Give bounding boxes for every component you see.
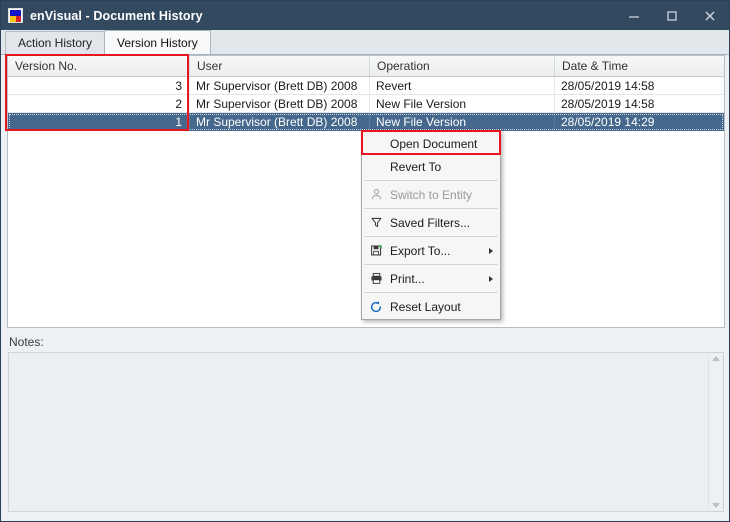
cell-version-no: 1 [8, 113, 190, 130]
cell-date-time: 28/05/2019 14:29 [561, 114, 655, 129]
table-row-selected[interactable]: 1 Mr Supervisor (Brett DB) 2008 New File… [8, 113, 724, 131]
menu-item-export-to-label: Export To... [390, 243, 451, 258]
notes-label: Notes: [9, 335, 44, 349]
menu-separator [364, 180, 498, 181]
cell-operation: New File Version [370, 113, 555, 130]
menu-item-print-label: Print... [390, 271, 425, 286]
tab-action-history-label: Action History [18, 36, 93, 50]
context-menu: Open Document Revert To Switch to Entity [361, 130, 501, 320]
window-title: enVisual - Document History [30, 8, 203, 23]
person-icon [366, 186, 386, 204]
table-row[interactable]: 2 Mr Supervisor (Brett DB) 2008 New File… [8, 95, 724, 113]
minimize-icon[interactable] [615, 1, 653, 30]
funnel-icon [366, 214, 386, 232]
column-header-operation[interactable]: Operation [370, 56, 555, 76]
grid-header-row: Version No. User Operation Date & Time [8, 56, 724, 77]
printer-icon [366, 270, 386, 288]
chevron-right-icon [489, 275, 493, 282]
maximize-icon[interactable] [653, 1, 691, 30]
table-row[interactable]: 3 Mr Supervisor (Brett DB) 2008 Revert 2… [8, 77, 724, 95]
cell-version-no: 3 [8, 77, 190, 94]
tab-strip: Action History Version History [1, 30, 729, 55]
notes-scrollbar[interactable] [708, 354, 722, 510]
notes-field[interactable] [8, 352, 724, 512]
tab-version-history[interactable]: Version History [104, 30, 211, 54]
menu-item-print[interactable]: Print... [362, 267, 500, 290]
tab-version-history-label: Version History [117, 35, 198, 50]
menu-separator [364, 208, 498, 209]
tab-action-history[interactable]: Action History [5, 31, 106, 54]
cell-date-time: 28/05/2019 14:58 [561, 96, 655, 111]
menu-item-switch-to-entity-label: Switch to Entity [390, 187, 473, 202]
cell-date-time: 28/05/2019 14:58 [561, 78, 655, 93]
column-header-version-no[interactable]: Version No. [8, 56, 190, 76]
scroll-up-arrow-icon[interactable] [711, 356, 720, 361]
cell-user: Mr Supervisor (Brett DB) 2008 [190, 113, 370, 130]
menu-item-open-document-label: Open Document [390, 136, 478, 151]
menu-item-open-document[interactable]: Open Document [362, 132, 500, 155]
menu-separator [364, 236, 498, 237]
envisual-app-icon [8, 8, 23, 23]
menu-separator [364, 264, 498, 265]
cell-version-no: 2 [8, 95, 190, 112]
save-disk-icon [366, 242, 386, 260]
menu-item-switch-to-entity: Switch to Entity [362, 183, 500, 206]
cell-operation: New File Version [370, 95, 555, 112]
menu-item-saved-filters[interactable]: Saved Filters... [362, 211, 500, 234]
menu-item-reset-layout-label: Reset Layout [390, 299, 461, 314]
scroll-down-arrow-icon[interactable] [711, 503, 720, 508]
menu-item-export-to[interactable]: Export To... [362, 239, 500, 262]
cell-user: Mr Supervisor (Brett DB) 2008 [190, 77, 370, 94]
title-bar: enVisual - Document History [1, 1, 729, 30]
column-header-user[interactable]: User [190, 56, 370, 76]
cell-operation: Revert [370, 77, 555, 94]
refresh-icon [366, 298, 386, 316]
column-header-date-time[interactable]: Date & Time [555, 56, 724, 76]
envisual-document-history-window: enVisual - Document History Action Histo… [0, 0, 730, 522]
menu-item-revert-to[interactable]: Revert To [362, 155, 500, 178]
menu-item-reset-layout[interactable]: Reset Layout [362, 295, 500, 318]
menu-separator [364, 292, 498, 293]
menu-item-saved-filters-label: Saved Filters... [390, 215, 471, 230]
window-controls [615, 1, 729, 30]
menu-item-revert-to-label: Revert To [390, 159, 442, 174]
chevron-right-icon [489, 247, 493, 254]
cell-user: Mr Supervisor (Brett DB) 2008 [190, 95, 370, 112]
close-icon[interactable] [691, 1, 729, 30]
notes-text-area[interactable] [10, 354, 708, 510]
